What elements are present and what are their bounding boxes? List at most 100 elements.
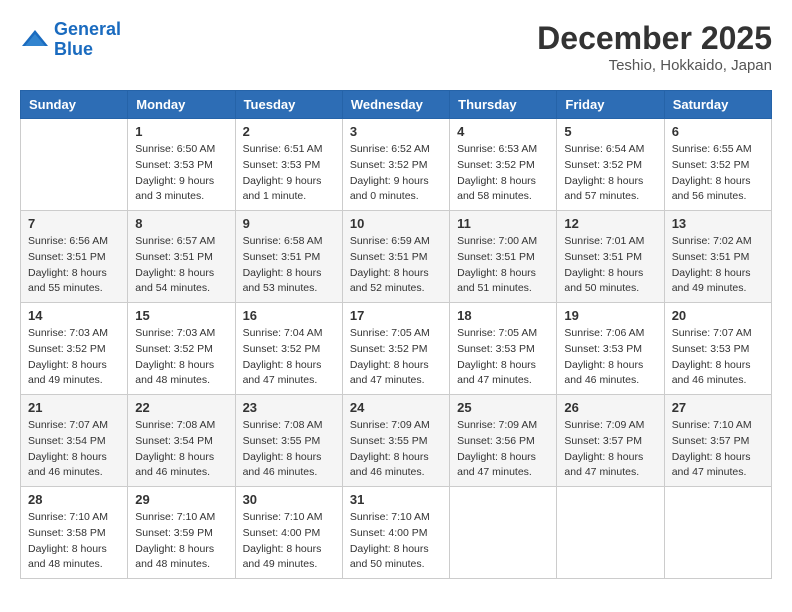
weekday-header-row: SundayMondayTuesdayWednesdayThursdayFrid…: [21, 91, 772, 119]
logo-general: General: [54, 19, 121, 39]
day-info: Sunrise: 6:53 AMSunset: 3:52 PMDaylight:…: [457, 142, 549, 205]
day-number: 23: [243, 400, 335, 415]
calendar-cell-4-5: 25 Sunrise: 7:09 AMSunset: 3:56 PMDayligh…: [450, 395, 557, 487]
day-info: Sunrise: 7:06 AMSunset: 3:53 PMDaylight:…: [564, 326, 656, 389]
day-number: 25: [457, 400, 549, 415]
day-info: Sunrise: 6:55 AMSunset: 3:52 PMDaylight:…: [672, 142, 764, 205]
day-number: 22: [135, 400, 227, 415]
logo-text: General Blue: [54, 20, 121, 60]
day-info: Sunrise: 6:57 AMSunset: 3:51 PMDaylight:…: [135, 234, 227, 297]
day-info: Sunrise: 7:04 AMSunset: 3:52 PMDaylight:…: [243, 326, 335, 389]
day-info: Sunrise: 6:59 AMSunset: 3:51 PMDaylight:…: [350, 234, 442, 297]
day-number: 8: [135, 216, 227, 231]
calendar-cell-1-6: 5Sunrise: 6:54 AMSunset: 3:52 PMDaylight…: [557, 119, 664, 211]
calendar-cell-3-7: 20 Sunrise: 7:07 AMSunset: 3:53 PMDayligh…: [664, 303, 771, 395]
day-number: 1: [135, 124, 227, 139]
day-info: Sunrise: 7:09 AMSunset: 3:55 PMDaylight:…: [350, 418, 442, 481]
calendar-cell-5-3: 30Sunrise: 7:10 AMSunset: 4:00 PMDayligh…: [235, 487, 342, 579]
day-info: Sunrise: 6:51 AMSunset: 3:53 PMDaylight:…: [243, 142, 335, 205]
calendar-cell-3-3: 16 Sunrise: 7:04 AMSunset: 3:52 PMDayligh…: [235, 303, 342, 395]
day-info: Sunrise: 7:10 AMSunset: 3:57 PMDaylight:…: [672, 418, 764, 481]
calendar-cell-1-7: 6 Sunrise: 6:55 AMSunset: 3:52 PMDaylight…: [664, 119, 771, 211]
day-info: Sunrise: 6:50 AMSunset: 3:53 PMDaylight:…: [135, 142, 227, 205]
day-number: 19: [564, 308, 656, 323]
calendar-cell-3-1: 14 Sunrise: 7:03 AMSunset: 3:52 PMDayligh…: [21, 303, 128, 395]
week-row-4: 21 Sunrise: 7:07 AMSunset: 3:54 PMDayligh…: [21, 395, 772, 487]
day-number: 5: [564, 124, 656, 139]
day-info: Sunrise: 7:07 AMSunset: 3:53 PMDaylight:…: [672, 326, 764, 389]
day-info: Sunrise: 7:08 AMSunset: 3:55 PMDaylight:…: [243, 418, 335, 481]
calendar-cell-1-3: 2Sunrise: 6:51 AMSunset: 3:53 PMDaylight…: [235, 119, 342, 211]
day-info: Sunrise: 7:09 AMSunset: 3:57 PMDaylight:…: [564, 418, 656, 481]
calendar-cell-2-3: 9Sunrise: 6:58 AMSunset: 3:51 PMDaylight…: [235, 211, 342, 303]
day-number: 9: [243, 216, 335, 231]
weekday-header-thursday: Thursday: [450, 91, 557, 119]
day-info: Sunrise: 7:05 AMSunset: 3:53 PMDaylight:…: [457, 326, 549, 389]
day-info: Sunrise: 7:03 AMSunset: 3:52 PMDaylight:…: [135, 326, 227, 389]
calendar-cell-1-2: 1 Sunrise: 6:50 AMSunset: 3:53 PMDaylight…: [128, 119, 235, 211]
day-info: Sunrise: 7:10 AMSunset: 3:59 PMDaylight:…: [135, 510, 227, 573]
week-row-2: 7 Sunrise: 6:56 AMSunset: 3:51 PMDaylight…: [21, 211, 772, 303]
day-number: 29: [135, 492, 227, 507]
weekday-header-monday: Monday: [128, 91, 235, 119]
weekday-header-friday: Friday: [557, 91, 664, 119]
logo-blue: Blue: [54, 39, 93, 59]
day-number: 12: [564, 216, 656, 231]
page-header: General Blue December 2025 Teshio, Hokka…: [20, 20, 772, 74]
calendar-cell-3-5: 18 Sunrise: 7:05 AMSunset: 3:53 PMDayligh…: [450, 303, 557, 395]
day-number: 3: [350, 124, 442, 139]
day-number: 28: [28, 492, 120, 507]
day-number: 16: [243, 308, 335, 323]
day-number: 14: [28, 308, 120, 323]
week-row-1: 1 Sunrise: 6:50 AMSunset: 3:53 PMDaylight…: [21, 119, 772, 211]
calendar-cell-3-6: 19 Sunrise: 7:06 AMSunset: 3:53 PMDayligh…: [557, 303, 664, 395]
day-number: 11: [457, 216, 549, 231]
calendar-table: SundayMondayTuesdayWednesdayThursdayFrid…: [20, 90, 772, 579]
calendar-cell-5-2: 29 Sunrise: 7:10 AMSunset: 3:59 PMDayligh…: [128, 487, 235, 579]
weekday-header-saturday: Saturday: [664, 91, 771, 119]
calendar-cell-5-6: [557, 487, 664, 579]
day-number: 31: [350, 492, 442, 507]
calendar-cell-3-4: 17Sunrise: 7:05 AMSunset: 3:52 PMDayligh…: [342, 303, 449, 395]
day-info: Sunrise: 7:03 AMSunset: 3:52 PMDaylight:…: [28, 326, 120, 389]
day-number: 21: [28, 400, 120, 415]
week-row-3: 14 Sunrise: 7:03 AMSunset: 3:52 PMDayligh…: [21, 303, 772, 395]
weekday-header-wednesday: Wednesday: [342, 91, 449, 119]
calendar-cell-4-7: 27Sunrise: 7:10 AMSunset: 3:57 PMDayligh…: [664, 395, 771, 487]
calendar-cell-4-6: 26Sunrise: 7:09 AMSunset: 3:57 PMDayligh…: [557, 395, 664, 487]
location: Teshio, Hokkaido, Japan: [537, 57, 772, 74]
day-number: 18: [457, 308, 549, 323]
calendar-cell-2-4: 10 Sunrise: 6:59 AMSunset: 3:51 PMDayligh…: [342, 211, 449, 303]
day-number: 30: [243, 492, 335, 507]
day-number: 13: [672, 216, 764, 231]
day-info: Sunrise: 7:01 AMSunset: 3:51 PMDaylight:…: [564, 234, 656, 297]
day-number: 24: [350, 400, 442, 415]
day-number: 10: [350, 216, 442, 231]
calendar-cell-1-5: 4 Sunrise: 6:53 AMSunset: 3:52 PMDaylight…: [450, 119, 557, 211]
day-info: Sunrise: 7:09 AMSunset: 3:56 PMDaylight:…: [457, 418, 549, 481]
weekday-header-sunday: Sunday: [21, 91, 128, 119]
calendar-cell-1-1: [21, 119, 128, 211]
calendar-cell-4-2: 22 Sunrise: 7:08 AMSunset: 3:54 PMDayligh…: [128, 395, 235, 487]
calendar-cell-5-4: 31Sunrise: 7:10 AMSunset: 4:00 PMDayligh…: [342, 487, 449, 579]
day-info: Sunrise: 7:08 AMSunset: 3:54 PMDaylight:…: [135, 418, 227, 481]
day-info: Sunrise: 6:52 AMSunset: 3:52 PMDaylight:…: [350, 142, 442, 205]
week-row-5: 28 Sunrise: 7:10 AMSunset: 3:58 PMDayligh…: [21, 487, 772, 579]
title-block: December 2025 Teshio, Hokkaido, Japan: [537, 20, 772, 74]
calendar-cell-5-7: [664, 487, 771, 579]
calendar-cell-5-1: 28 Sunrise: 7:10 AMSunset: 3:58 PMDayligh…: [21, 487, 128, 579]
day-number: 6: [672, 124, 764, 139]
day-info: Sunrise: 7:02 AMSunset: 3:51 PMDaylight:…: [672, 234, 764, 297]
day-number: 17: [350, 308, 442, 323]
day-number: 15: [135, 308, 227, 323]
day-info: Sunrise: 6:56 AMSunset: 3:51 PMDaylight:…: [28, 234, 120, 297]
calendar-cell-2-6: 12 Sunrise: 7:01 AMSunset: 3:51 PMDayligh…: [557, 211, 664, 303]
month-title: December 2025: [537, 20, 772, 57]
day-number: 20: [672, 308, 764, 323]
calendar-cell-4-3: 23 Sunrise: 7:08 AMSunset: 3:55 PMDayligh…: [235, 395, 342, 487]
day-number: 4: [457, 124, 549, 139]
day-info: Sunrise: 7:10 AMSunset: 3:58 PMDaylight:…: [28, 510, 120, 573]
calendar-cell-3-2: 15 Sunrise: 7:03 AMSunset: 3:52 PMDayligh…: [128, 303, 235, 395]
day-info: Sunrise: 7:07 AMSunset: 3:54 PMDaylight:…: [28, 418, 120, 481]
day-number: 7: [28, 216, 120, 231]
